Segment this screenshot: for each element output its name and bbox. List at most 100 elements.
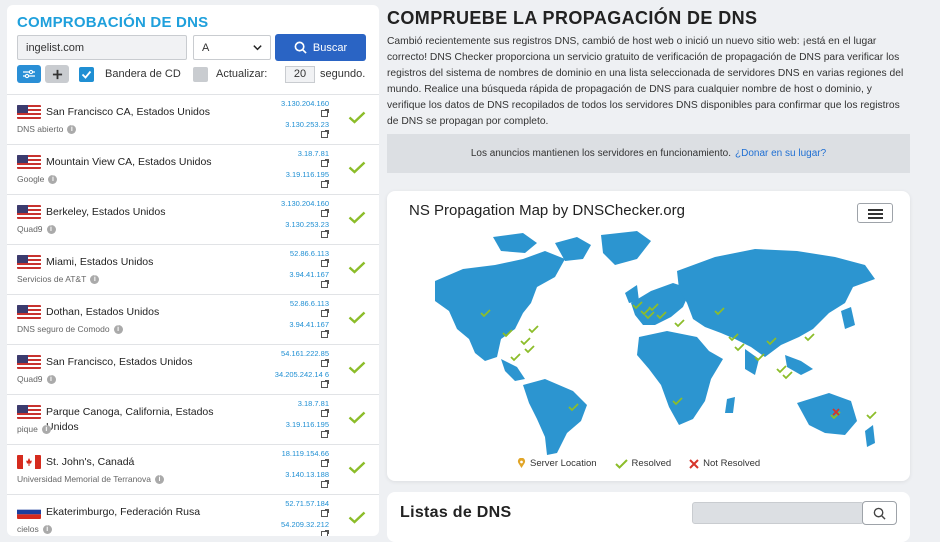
dns-list-search-input[interactable] (692, 502, 864, 524)
external-link-icon[interactable] (321, 209, 329, 217)
ads-text: Los anuncios mantienen los servidores en… (470, 148, 731, 159)
external-link-icon[interactable] (321, 259, 329, 267)
provider-name: cielos (17, 524, 39, 534)
ip-address: 3.19.116.195 (285, 420, 329, 429)
search-icon (873, 507, 886, 520)
server-location: Mountain View CA, Estados Unidos (46, 156, 212, 168)
resolved-ips: 54.161.222.85 34.205.242.14 6 (254, 349, 329, 391)
server-provider: Servicios de AT&T i (17, 274, 100, 284)
settings-toggle-button[interactable] (17, 65, 41, 83)
external-link-icon[interactable] (321, 480, 329, 488)
refresh-unit-label: segundo. (320, 68, 366, 80)
resolved-ips: 3.130.204.160 3.130.253.23 (254, 199, 329, 241)
external-link-icon[interactable] (321, 230, 329, 238)
ip-address: 54.161.222.85 (281, 349, 329, 358)
ip-address: 3.94.41.167 (289, 270, 329, 279)
external-link-icon[interactable] (321, 130, 329, 138)
sliders-icon (23, 69, 35, 79)
info-icon[interactable]: i (46, 224, 56, 234)
flag-ru-icon (17, 505, 41, 519)
refresh-label: Actualizar: (216, 68, 268, 80)
external-link-icon[interactable] (321, 309, 329, 317)
info-icon[interactable]: i (155, 474, 165, 484)
server-location: San Francisco CA, Estados Unidos (46, 106, 210, 118)
server-row: Parque Canoga, California, Estados Unido… (7, 394, 379, 444)
hamburger-icon (868, 209, 883, 211)
server-location: St. John's, Canadá (46, 456, 135, 468)
server-provider: Universidad Memorial de Terranova i (17, 474, 165, 484)
external-link-icon[interactable] (321, 459, 329, 467)
server-location: Dothan, Estados Unidos (46, 306, 160, 318)
server-location: Parque Canoga, California, Estados Unido… (46, 406, 214, 433)
server-provider: DNS seguro de Comodo i (17, 324, 123, 334)
plus-icon (52, 69, 62, 79)
ip-address: 3.130.204.160 (281, 199, 329, 208)
flag-us-icon (17, 405, 41, 419)
page-title: COMPRUEBE LA PROPAGACIÓN DE DNS (387, 8, 758, 28)
info-icon[interactable]: i (42, 524, 52, 534)
server-provider: Quad9 i (17, 224, 56, 234)
record-type-value: A (202, 42, 210, 54)
legend-server: Server Location (517, 458, 597, 469)
dns-check-panel: COMPROBACIÓN DE DNS ingelist.com A Busca… (7, 5, 379, 536)
world-map (435, 231, 877, 455)
external-link-icon[interactable] (321, 180, 329, 188)
info-icon[interactable]: i (41, 424, 51, 434)
external-link-icon[interactable] (321, 109, 329, 117)
server-row: St. John's, Canadá Universidad Memorial d… (7, 444, 379, 494)
ip-address: 3.18.7.81 (297, 149, 329, 158)
info-icon[interactable]: i (67, 124, 77, 134)
info-icon[interactable]: i (46, 374, 56, 384)
info-icon[interactable]: i (48, 174, 58, 184)
check-icon (348, 261, 366, 274)
server-row: Ekaterimburgo, Federación Rusa cielos i 52.… (7, 494, 379, 536)
hostname-input[interactable]: ingelist.com (17, 35, 187, 60)
external-link-icon[interactable] (321, 280, 329, 288)
chevron-down-icon (253, 45, 262, 51)
external-link-icon[interactable] (321, 380, 329, 388)
map-menu-button[interactable] (857, 203, 893, 223)
ip-address: 54.209.32.212 (281, 520, 329, 529)
flag-us-icon (17, 305, 41, 319)
ip-address: 3.130.204.160 (281, 99, 329, 108)
resolved-ips: 52.86.6.113 3.94.41.167 (254, 249, 329, 291)
map-legend: Server Location Resolved Not Resolved (517, 458, 760, 469)
check-icon (348, 161, 366, 174)
external-link-icon[interactable] (321, 159, 329, 167)
server-location: Ekaterimburgo, Federación Rusa (46, 506, 201, 518)
checkmark-icon (614, 458, 628, 469)
dns-lists-title: Listas de DNS (400, 504, 512, 521)
check-icon (348, 361, 366, 374)
ip-address: 3.140.13.188 (285, 470, 329, 479)
refresh-interval-input[interactable]: 20 (285, 66, 315, 83)
auto-refresh-checkbox[interactable] (193, 67, 208, 82)
ip-address: 3.130.253.23 (285, 120, 329, 129)
server-row: Dothan, Estados Unidos DNS seguro de Como… (7, 294, 379, 344)
map-pin-icon (517, 458, 526, 468)
external-link-icon[interactable] (321, 430, 329, 438)
info-icon[interactable]: i (113, 324, 123, 334)
external-link-icon[interactable] (321, 509, 329, 517)
check-icon (348, 511, 366, 524)
search-button[interactable]: Buscar (275, 34, 366, 61)
info-icon[interactable]: i (90, 274, 100, 284)
server-location: San Francisco, Estados Unidos (46, 356, 193, 368)
donate-link[interactable]: ¿Donar en su lugar? (735, 148, 826, 159)
dns-list-search-button[interactable] (862, 501, 897, 525)
propagation-map-card: NS Propagation Map by DNSChecker.org Ser… (387, 191, 910, 481)
add-button[interactable] (45, 65, 69, 83)
provider-name: Universidad Memorial de Terranova (17, 474, 152, 484)
cd-flag-checkbox[interactable] (79, 67, 94, 82)
ip-address: 3.18.7.81 (297, 399, 329, 408)
ip-address: 34.205.242.14 6 (274, 370, 329, 379)
provider-name: pique (17, 424, 38, 434)
ip-address: 18.119.154.66 (281, 449, 329, 458)
check-icon (348, 411, 366, 424)
record-type-select[interactable]: A (193, 35, 271, 60)
external-link-icon[interactable] (321, 409, 329, 417)
flag-ca-icon (17, 455, 41, 469)
external-link-icon[interactable] (321, 530, 329, 536)
external-link-icon[interactable] (321, 359, 329, 367)
server-row: Miami, Estados Unidos Servicios de AT&T i 5… (7, 244, 379, 294)
external-link-icon[interactable] (321, 330, 329, 338)
